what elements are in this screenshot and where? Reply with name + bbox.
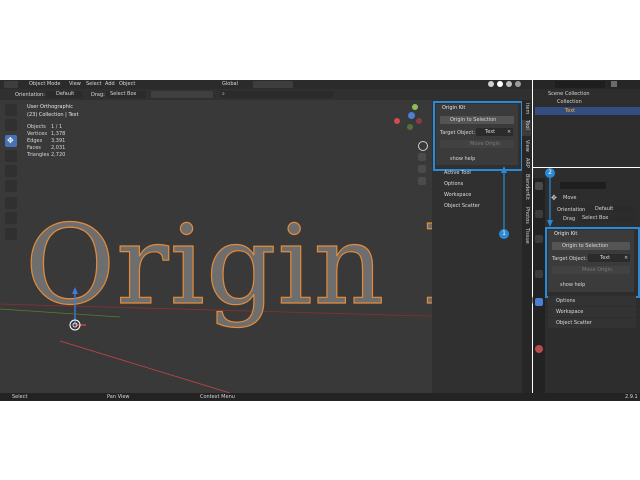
properties-drag-label: Drag — [563, 216, 576, 222]
outliner-text-row[interactable]: Text — [535, 107, 640, 115]
menu-object[interactable]: Object — [119, 82, 135, 87]
tab-tool[interactable]: Tool — [522, 120, 531, 136]
tab-arp[interactable]: ARP — [522, 158, 531, 170]
status-context: Context Menu — [200, 394, 235, 400]
properties-orientation-label: Orientation — [557, 207, 586, 213]
tab-blenderkit[interactable]: BlenderKit — [522, 174, 531, 204]
object-origin-gizmo[interactable] — [62, 285, 88, 337]
menu-select[interactable]: Select — [86, 82, 101, 87]
properties-drag-value: Select Box — [582, 215, 609, 221]
object-properties-icon[interactable] — [535, 270, 543, 278]
properties-drag-dropdown[interactable]: Select Box — [578, 215, 635, 222]
npanel-origin-to-selection-button[interactable]: Origin to Selection — [440, 116, 514, 124]
npanel-show-help[interactable]: show help — [450, 157, 475, 162]
outliner-object: Text — [565, 108, 576, 114]
material-shading-icon[interactable] — [506, 81, 512, 87]
filter-icon[interactable] — [611, 81, 617, 87]
wireframe-shading-icon[interactable] — [488, 81, 494, 87]
outliner-scene-collection[interactable]: Scene Collection — [548, 92, 590, 97]
properties-search-field[interactable] — [560, 182, 606, 189]
tab-photos[interactable]: Photos — [522, 207, 531, 225]
mode-selector[interactable]: Object Mode — [22, 81, 62, 88]
status-version: 2.9.1 — [625, 394, 638, 400]
npanel-origin-kit-panel: Origin Kit Origin to Selection Target Ob… — [436, 104, 518, 165]
properties-orientation-dropdown[interactable]: Default — [585, 206, 635, 213]
menu-view[interactable]: View — [69, 82, 81, 87]
material-properties-icon[interactable] — [535, 345, 543, 353]
status-select: Select — [12, 394, 28, 400]
properties-panel-header[interactable]: Origin Kit — [554, 232, 577, 237]
properties-origin-to-selection-button[interactable]: Origin to Selection — [552, 242, 630, 250]
status-bar — [0, 393, 640, 401]
properties-active-tool: Move — [563, 195, 577, 201]
properties-origin-to-selection-label: Origin to Selection — [562, 243, 609, 249]
properties-target-label: Target Object: — [552, 256, 588, 262]
properties-subpanel[interactable]: Object Scatter — [548, 318, 636, 328]
tab-item[interactable]: Item — [522, 103, 531, 117]
letterbox-top — [0, 0, 640, 80]
clear-x-icon[interactable]: × — [507, 130, 511, 135]
menu-add[interactable]: Add — [105, 82, 115, 87]
clear-x-icon[interactable]: × — [624, 256, 628, 261]
properties-orientation-value: Default — [595, 206, 614, 212]
properties-move-origin-label: Move Origin — [582, 267, 613, 273]
tool-properties-icon[interactable] — [535, 182, 543, 190]
properties-target-field[interactable]: Text × — [588, 254, 630, 262]
letterbox-bottom — [0, 401, 640, 480]
tab-view[interactable]: View — [522, 140, 531, 154]
mode-label: Object Mode — [29, 81, 61, 87]
npanel-target-label: Target Object: — [440, 130, 476, 136]
properties-origin-kit-panel: Origin Kit Origin to Selection Target Ob… — [548, 230, 634, 292]
modifier-properties-icon[interactable] — [535, 298, 543, 306]
world-properties-icon[interactable] — [535, 235, 543, 243]
rendered-shading-icon[interactable] — [515, 81, 521, 87]
status-pan: Pan View — [107, 394, 130, 400]
annotation-badge-1: 1 — [499, 229, 509, 239]
npanel-move-origin-label: Move Origin — [470, 141, 501, 147]
transform-orientation-label: Global — [222, 81, 238, 87]
npanel-target-value: Text — [485, 129, 496, 135]
npanel-panel-header[interactable]: Origin Kit — [442, 106, 465, 111]
npanel-move-origin-button[interactable]: Move Origin — [440, 140, 514, 148]
properties-show-help[interactable]: show help — [560, 283, 585, 288]
transform-orientation-dropdown[interactable]: Global — [212, 81, 250, 88]
properties-subpanel[interactable]: Workspace — [548, 307, 636, 317]
snapping-icons[interactable] — [253, 81, 293, 88]
tab-tissue[interactable]: Tissue — [522, 228, 531, 244]
annotation-arrow-2 — [547, 177, 553, 227]
properties-move-origin-button[interactable]: Move Origin — [552, 266, 630, 274]
properties-subpanel[interactable]: Options — [548, 296, 636, 306]
editor-type-icon[interactable] — [4, 81, 18, 88]
outliner-search-field[interactable] — [555, 81, 605, 88]
solid-shading-icon[interactable] — [497, 81, 503, 87]
outliner-collection[interactable]: Collection — [557, 100, 582, 105]
npanel-target-field[interactable]: Text × — [476, 128, 513, 136]
npanel-origin-to-selection-label: Origin to Selection — [450, 117, 497, 123]
properties-target-value: Text — [600, 255, 611, 261]
scene-properties-icon[interactable] — [535, 210, 543, 218]
